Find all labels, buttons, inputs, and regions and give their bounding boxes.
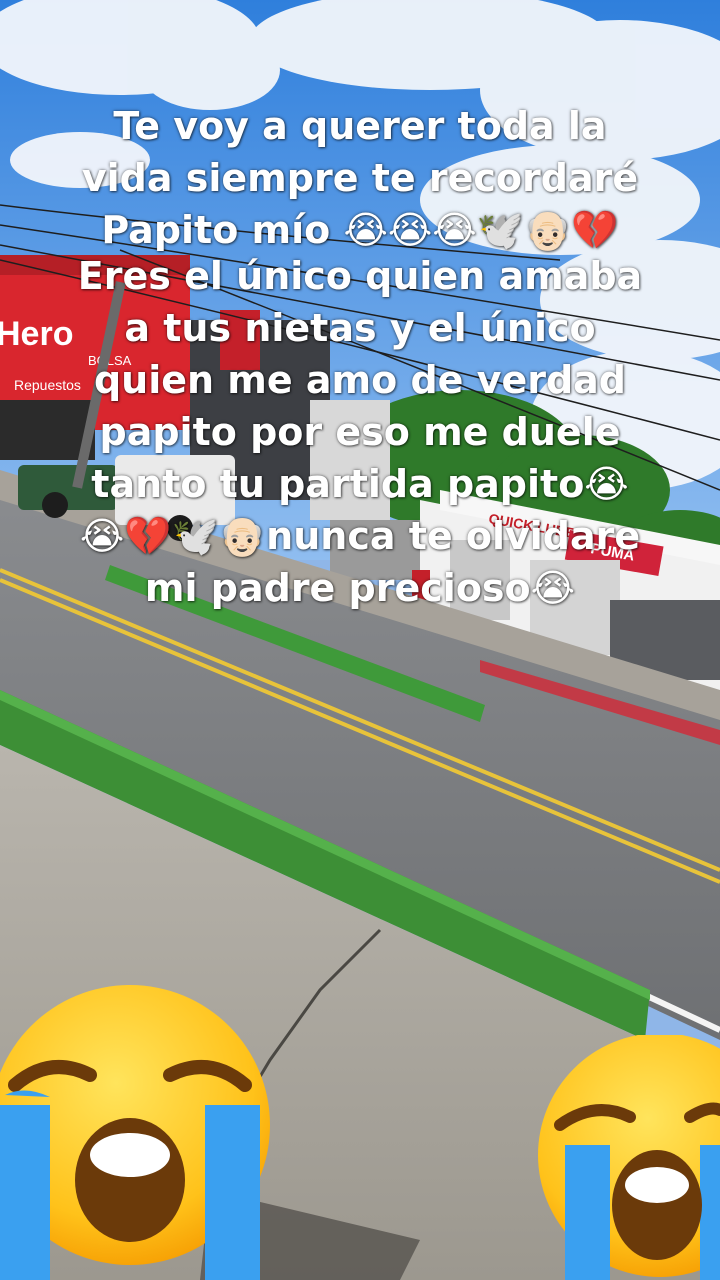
caption-line: vida siempre te recordaré bbox=[81, 156, 639, 200]
caption-line: a tus nietas y el único bbox=[124, 306, 596, 350]
caption-line: 😭💔🕊️👴🏻nunca te olvidare bbox=[79, 514, 641, 558]
loudly-crying-face-icon bbox=[538, 1035, 720, 1280]
caption-bottom: Eres el único quien amaba a tus nietas y… bbox=[40, 250, 680, 614]
loudly-crying-face-icon bbox=[0, 985, 270, 1280]
caption-line: tanto tu partida papito😭 bbox=[91, 462, 629, 506]
caption-line: Papito mío 😭😭😭🕊️👴🏻💔 bbox=[101, 208, 619, 252]
caption-line: Te voy a querer toda la bbox=[113, 104, 607, 148]
caption-top: Te voy a querer toda la vida siempre te … bbox=[40, 100, 680, 256]
caption-line: quien me amo de verdad bbox=[93, 358, 627, 402]
caption-line: papito por eso me duele bbox=[99, 410, 621, 454]
caption-line: Eres el único quien amaba bbox=[77, 254, 643, 298]
caption-line: mi padre precioso😭 bbox=[144, 566, 576, 610]
